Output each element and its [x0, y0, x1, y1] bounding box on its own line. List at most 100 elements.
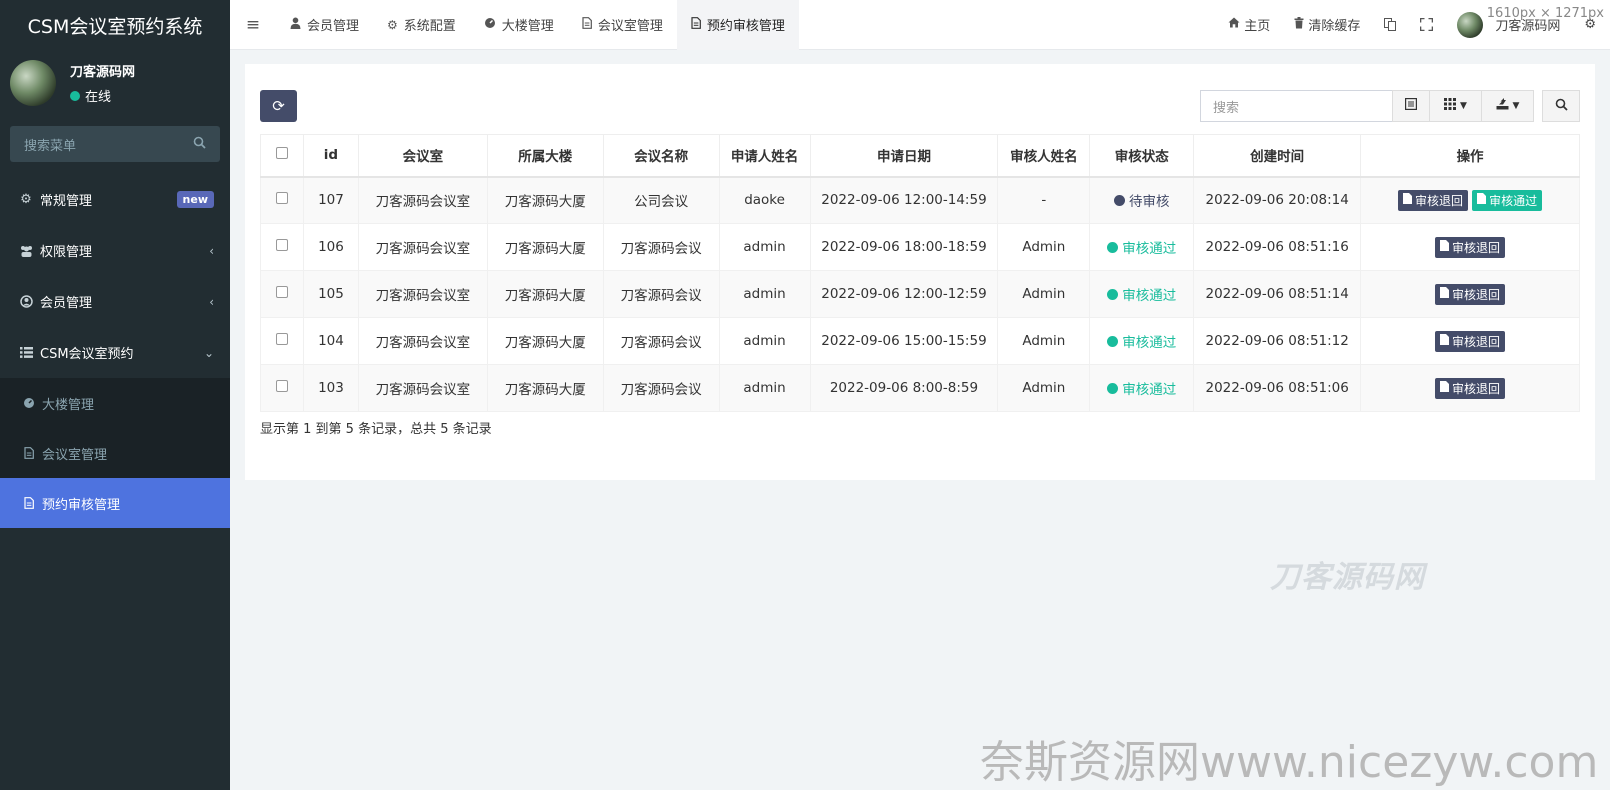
home-button[interactable]: 主页 [1216, 0, 1282, 50]
tab-meeting-room[interactable]: 会议室管理 [568, 0, 677, 50]
column-header[interactable]: 会议室 [357, 134, 488, 178]
users-group-icon [18, 245, 34, 257]
cell-id: 107 [302, 176, 359, 224]
cell-id: 105 [302, 270, 359, 318]
list-alt-icon [1405, 98, 1418, 114]
column-header[interactable]: 申请人姓名 [718, 134, 811, 178]
status-badge: 待审核 [1114, 190, 1170, 210]
tab-members[interactable]: 会员管理 [276, 0, 373, 50]
row-checkbox[interactable] [275, 286, 288, 298]
row-checkbox[interactable] [275, 380, 288, 392]
column-header[interactable]: 申请日期 [809, 134, 999, 178]
sidebar-item-members[interactable]: 会员管理 ‹ [0, 276, 230, 327]
file-icon [1440, 240, 1450, 254]
dashboard-icon [484, 17, 496, 32]
new-badge: new [176, 191, 214, 208]
sidebar-item-csm-booking[interactable]: CSM会议室预约 ⌄ [0, 327, 230, 378]
column-header[interactable]: 审核状态 [1089, 134, 1195, 178]
sidebar-item-building[interactable]: 大楼管理 [0, 378, 230, 428]
user-panel: 刀客源码网 在线 [0, 50, 230, 116]
reject-button[interactable]: 审核退回 [1435, 283, 1506, 305]
tab-building[interactable]: 大楼管理 [470, 0, 568, 50]
column-header[interactable]: id [302, 134, 359, 178]
cell-meeting: 公司会议 [602, 176, 720, 224]
cell-room: 刀客源码会议室 [357, 176, 488, 224]
refresh-button[interactable]: ⟳ [260, 90, 297, 122]
cell-created: 2022-09-06 20:08:14 [1193, 176, 1362, 224]
cell-meeting: 刀客源码会议 [602, 364, 720, 412]
sidebar-item-permissions[interactable]: 权限管理 ‹ [0, 225, 230, 276]
reject-button[interactable]: 审核退回 [1435, 377, 1506, 399]
sidebar: CSM会议室预约系统 刀客源码网 在线 搜索菜单 ⚙ 常规管理 new 权限管理… [0, 0, 230, 790]
search-icon[interactable] [193, 136, 206, 153]
cell-id: 103 [302, 364, 359, 412]
dashboard-icon [22, 397, 36, 409]
chevron-left-icon: ‹ [209, 243, 214, 258]
clear-cache-button[interactable]: 清除缓存 [1282, 0, 1372, 50]
language-toggle-icon[interactable] [1372, 0, 1408, 50]
column-header[interactable]: 所属大楼 [486, 134, 604, 178]
cell-applicant: admin [718, 317, 811, 365]
app-brand[interactable]: CSM会议室预约系统 [0, 0, 230, 50]
cell-room: 刀客源码会议室 [357, 317, 488, 365]
menu-search-input[interactable]: 搜索菜单 [10, 126, 220, 162]
pagination-summary: 显示第 1 到第 5 条记录，总共 5 条记录 [260, 422, 492, 437]
cell-building: 刀客源码大厦 [486, 364, 604, 412]
sidebar-item-general[interactable]: ⚙ 常规管理 new [0, 174, 230, 225]
row-checkbox[interactable] [275, 333, 288, 345]
status-badge: 审核通过 [1107, 331, 1176, 351]
gear-icon: ⚙ [387, 17, 398, 32]
submenu-csm-booking: 大楼管理 会议室管理 预约审核管理 [0, 378, 230, 528]
cell-date: 2022-09-06 12:00-14:59 [809, 176, 999, 224]
menu-toggle-icon[interactable]: ≡ [230, 0, 276, 50]
cell-building: 刀客源码大厦 [486, 270, 604, 318]
cell-meeting: 刀客源码会议 [602, 223, 720, 271]
user-status: 在线 [70, 86, 135, 105]
list-icon [18, 347, 34, 358]
file-icon [691, 17, 701, 32]
select-all-checkbox[interactable] [275, 147, 288, 160]
sidebar-item-booking-review[interactable]: 预约审核管理 [0, 478, 230, 528]
caret-down-icon: ▼ [1460, 101, 1467, 111]
home-icon [1228, 17, 1240, 32]
cell-applicant: daoke [718, 176, 811, 224]
column-header[interactable]: 会议名称 [602, 134, 720, 178]
file-icon [1440, 381, 1450, 395]
cogs-icon: ⚙ [20, 192, 32, 207]
reject-button[interactable]: 审核退回 [1435, 330, 1506, 352]
cell-created: 2022-09-06 08:51:06 [1193, 364, 1362, 412]
table-row: 105 刀客源码会议室 刀客源码大厦 刀客源码会议 admin 2022-09-… [260, 270, 1580, 318]
advanced-search-button[interactable] [1542, 90, 1580, 122]
column-header[interactable]: 审核人姓名 [997, 134, 1091, 178]
table-toolbar: ⟳ 搜索 ▼ ▼ [260, 90, 1580, 122]
user-name: 刀客源码网 [70, 65, 136, 80]
trash-icon [1294, 16, 1304, 33]
tab-booking-review[interactable]: 预约审核管理 [676, 0, 799, 50]
grid-icon [1444, 98, 1457, 114]
cell-reviewer: Admin [997, 317, 1091, 365]
row-checkbox[interactable] [275, 239, 288, 251]
cell-date: 2022-09-06 8:00-8:59 [809, 364, 999, 412]
tab-system-config[interactable]: ⚙ 系统配置 [373, 0, 470, 50]
status-badge: 审核通过 [1107, 237, 1176, 257]
toggle-view-button[interactable] [1392, 90, 1430, 122]
table-row: 104 刀客源码会议室 刀客源码大厦 刀客源码会议 admin 2022-09-… [260, 317, 1580, 365]
cell-date: 2022-09-06 12:00-12:59 [809, 270, 999, 318]
row-checkbox[interactable] [275, 192, 288, 205]
table-search-input[interactable]: 搜索 [1200, 90, 1394, 122]
status-dot-icon [1107, 335, 1119, 347]
reject-button[interactable]: 审核退回 [1398, 189, 1469, 211]
caret-down-icon: ▼ [1512, 101, 1520, 111]
main-panel: ⟳ 搜索 ▼ ▼ id 会议室 所属大楼 会议名称 申请人姓名 申请日期 审核人… [245, 64, 1595, 480]
sidebar-item-meeting-room[interactable]: 会议室管理 [0, 428, 230, 478]
export-button[interactable]: ▼ [1482, 90, 1534, 122]
fullscreen-icon[interactable] [1408, 0, 1445, 50]
column-header[interactable]: 创建时间 [1193, 134, 1362, 178]
reject-button[interactable]: 审核退回 [1435, 236, 1506, 258]
columns-button[interactable]: ▼ [1430, 90, 1482, 122]
cell-applicant: admin [718, 364, 811, 412]
status-badge: 审核通过 [1107, 378, 1176, 398]
avatar [10, 60, 56, 106]
chevron-down-icon: ⌄ [203, 345, 214, 360]
approve-button[interactable]: 审核通过 [1472, 189, 1543, 211]
